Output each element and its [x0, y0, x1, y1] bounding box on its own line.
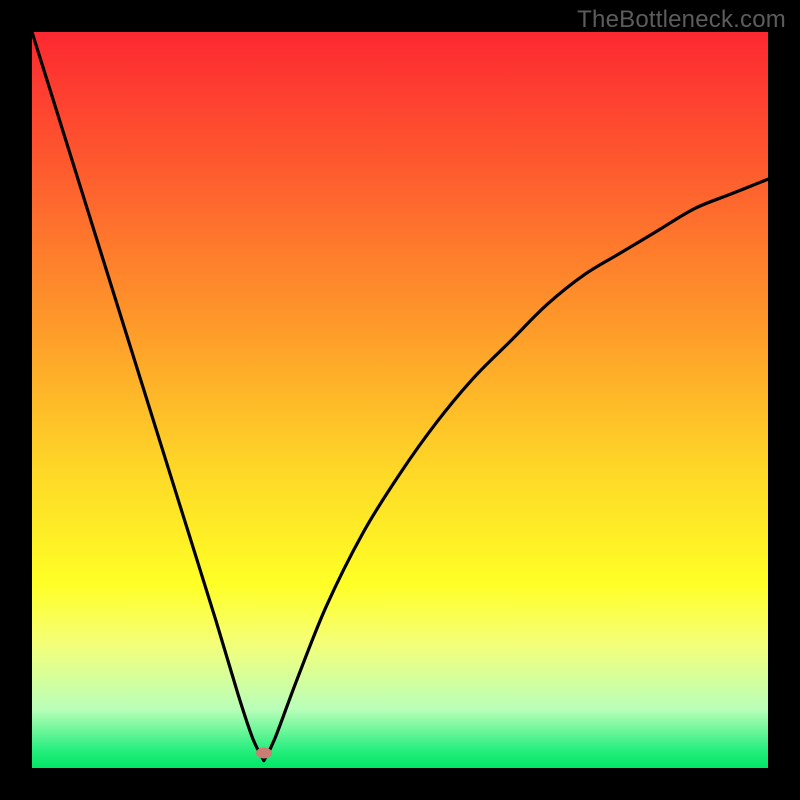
watermark-text: TheBottleneck.com — [577, 6, 786, 34]
bottleneck-curve — [32, 32, 768, 768]
optimal-marker — [256, 748, 272, 759]
plot-area — [32, 32, 768, 768]
